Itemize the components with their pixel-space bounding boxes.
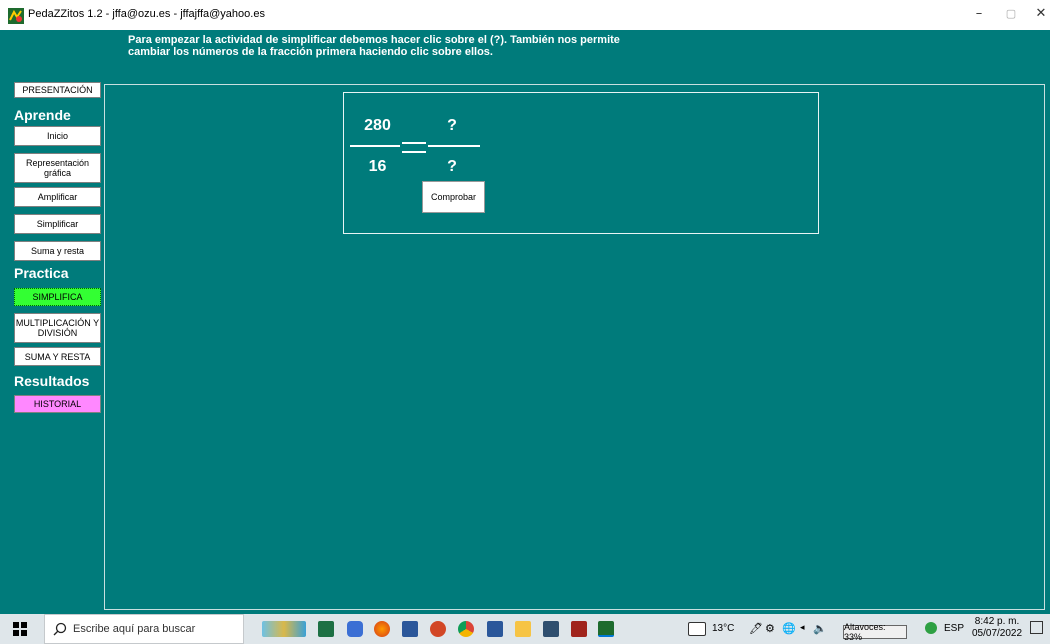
excel-icon[interactable] — [318, 621, 334, 637]
windows-icon — [13, 622, 27, 636]
app-dark-icon[interactable] — [543, 621, 559, 637]
weather-text[interactable]: 13°C — [712, 623, 734, 634]
fraction-bar-right — [428, 145, 480, 147]
clock-time: 8:42 p. m. — [974, 616, 1020, 627]
file-explorer-icon[interactable] — [515, 621, 531, 637]
close-button[interactable]: ✕ — [1026, 4, 1050, 24]
unknown-numerator[interactable]: ? — [432, 117, 472, 135]
clock[interactable]: 8:42 p. m. 05/07/2022 — [972, 616, 1022, 640]
notifications-icon[interactable] — [1030, 621, 1043, 634]
multiplicacion-division-button[interactable]: MULTIPLICACIÓN Y DIVISIÓN — [14, 313, 101, 343]
suma-y-resta-button[interactable]: SUMA Y RESTA — [14, 347, 101, 366]
powerpoint-icon[interactable] — [430, 621, 446, 637]
simplificar-button[interactable]: Simplificar — [14, 214, 101, 234]
instruction-line-1: Para empezar la actividad de simplificar… — [128, 34, 620, 46]
historial-button[interactable]: HISTORIAL — [14, 395, 101, 413]
amplificar-button[interactable]: Amplificar — [14, 187, 101, 207]
title-bar: PedaZZitos 1.2 - jffa@ozu.es - jffajffa@… — [0, 0, 1050, 30]
volume-tooltip: Altavoces: 33% — [843, 622, 907, 642]
representacion-label-1: Representación — [25, 158, 90, 168]
winrar-icon[interactable] — [571, 621, 587, 637]
news-widget-icon[interactable] — [262, 621, 306, 637]
security-icon[interactable] — [925, 622, 937, 634]
search-icon — [53, 622, 67, 636]
representacion-grafica-button[interactable]: Representación gráfica — [14, 153, 101, 183]
chrome-icon[interactable] — [458, 621, 474, 637]
taskbar-search-input[interactable]: Escribe aquí para buscar — [44, 614, 244, 644]
app-icon — [8, 8, 24, 24]
window-title: PedaZZitos 1.2 - jffa@ozu.es - jffajffa@… — [28, 8, 265, 20]
representacion-label-2: gráfica — [43, 168, 71, 178]
word-icon[interactable] — [487, 621, 503, 637]
pen-icon[interactable]: 🖊 — [749, 622, 763, 635]
presentacion-button[interactable]: PRESENTACIÓN — [14, 82, 101, 98]
instruction-line-2: cambiar los números de la fracción prime… — [128, 46, 493, 58]
equals-bar-top — [402, 142, 426, 144]
numerator[interactable]: 280 — [355, 117, 400, 135]
app-blue-icon[interactable] — [402, 621, 418, 637]
instruction-text: Para empezar la actividad de simplificar… — [128, 34, 688, 58]
start-button[interactable] — [0, 614, 40, 644]
minimize-button[interactable]: – — [964, 4, 994, 24]
bluetooth-icon[interactable]: ⚙ — [765, 622, 775, 635]
practica-heading: Practica — [14, 265, 69, 281]
chevron-icon[interactable]: ◂ — [800, 622, 805, 633]
mult-div-label-2: DIVISIÓN — [37, 328, 78, 338]
language-indicator[interactable]: ESP — [944, 623, 964, 634]
network-icon[interactable]: 🌐 — [782, 622, 796, 635]
denominator[interactable]: 16 — [355, 158, 400, 176]
mult-div-label-1: MULTIPLICACIÓN Y — [15, 318, 100, 328]
unknown-denominator[interactable]: ? — [432, 158, 472, 176]
pedazzitos-taskbar-icon[interactable] — [598, 621, 614, 637]
fraction-bar-left — [350, 145, 400, 147]
maximize-button[interactable]: ▢ — [996, 4, 1026, 24]
speaker-icon[interactable]: 🔈 — [813, 622, 827, 635]
simplifica-button[interactable]: SIMPLIFICA — [14, 288, 101, 306]
search-placeholder: Escribe aquí para buscar — [73, 623, 196, 635]
meet-icon[interactable] — [347, 621, 363, 637]
comprobar-button[interactable]: Comprobar — [422, 181, 485, 213]
fraction-panel — [343, 92, 819, 234]
inicio-button[interactable]: Inicio — [14, 126, 101, 146]
suma-resta-button[interactable]: Suma y resta — [14, 241, 101, 261]
resultados-heading: Resultados — [14, 373, 90, 389]
widgets-icon[interactable] — [688, 622, 706, 636]
equals-bar-bottom — [402, 151, 426, 153]
firefox-icon[interactable] — [374, 621, 390, 637]
aprende-heading: Aprende — [14, 107, 71, 123]
clock-date: 05/07/2022 — [972, 628, 1023, 639]
